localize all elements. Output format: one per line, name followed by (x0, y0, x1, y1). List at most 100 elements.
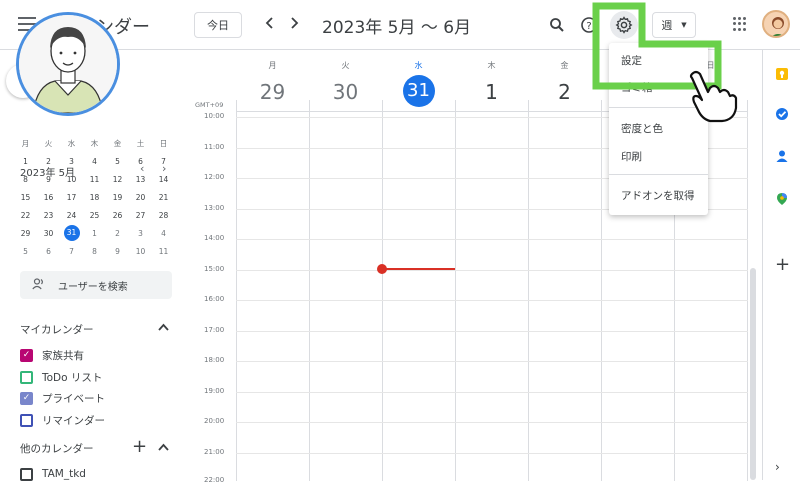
day-header[interactable]: 木 1 (455, 60, 528, 107)
mini-day[interactable]: 11 (83, 175, 106, 184)
add-addon-icon[interactable]: + (775, 256, 790, 274)
checkbox-icon[interactable] (20, 370, 33, 384)
mini-day[interactable]: 2 (37, 157, 60, 166)
mini-week-row: 8 9 10 11 12 13 14 (14, 170, 176, 188)
weekday-label: 金 (113, 138, 122, 148)
chevron-up-icon[interactable] (158, 440, 169, 454)
search-users-field[interactable]: ユーザーを検索 (20, 271, 172, 299)
mini-day[interactable]: 5 (14, 247, 37, 256)
mini-day[interactable]: 7 (152, 157, 175, 166)
mini-calendar: 月 火 水 木 金 土 日 1 2 3 4 5 6 7 8 9 10 11 12… (14, 134, 176, 260)
mini-day[interactable]: 9 (106, 247, 129, 256)
mini-day[interactable]: 29 (14, 229, 37, 238)
menu-item-print[interactable]: 印刷 (621, 149, 642, 164)
calendar-item-private[interactable]: ✓ プライベート (20, 389, 105, 407)
time-label: 14:00 (204, 234, 225, 242)
mini-day[interactable]: 9 (37, 175, 60, 184)
day-number[interactable]: 29 (236, 77, 309, 107)
checkbox-checked-icon[interactable]: ✓ (20, 348, 33, 362)
tasks-icon[interactable] (775, 106, 789, 120)
mini-day[interactable]: 16 (37, 193, 60, 202)
calendar-item-reminder[interactable]: リマインダー (20, 411, 105, 429)
grid-scrollbar[interactable] (750, 268, 756, 480)
mini-day[interactable]: 27 (129, 211, 152, 220)
time-label: 22:00 (204, 476, 225, 484)
current-time-dot (377, 264, 387, 274)
mini-day[interactable]: 12 (106, 175, 129, 184)
mini-day[interactable]: 23 (37, 211, 60, 220)
other-calendars-title: 他のカレンダー (20, 443, 94, 455)
mini-day[interactable]: 30 (37, 229, 60, 238)
menu-item-get-addons[interactable]: アドオンを取得 (621, 188, 695, 203)
day-name: 金 (560, 61, 569, 70)
checkbox-checked-icon[interactable]: ✓ (20, 391, 33, 405)
chevron-right-icon[interactable] (289, 14, 299, 33)
mini-day[interactable]: 24 (60, 211, 83, 220)
chevron-left-icon[interactable] (265, 14, 275, 33)
mini-day[interactable]: 1 (14, 157, 37, 166)
mini-day[interactable]: 14 (152, 175, 175, 184)
mini-day[interactable]: 6 (37, 247, 60, 256)
today-button[interactable]: 今日 (194, 12, 242, 38)
contacts-icon[interactable] (775, 148, 789, 162)
time-label: 17:00 (204, 326, 225, 334)
mini-day[interactable]: 4 (83, 157, 106, 166)
mini-day[interactable]: 10 (60, 175, 83, 184)
mini-day[interactable]: 21 (152, 193, 175, 202)
mini-day[interactable]: 3 (60, 157, 83, 166)
day-number[interactable]: 1 (455, 77, 528, 107)
mini-day[interactable]: 17 (60, 193, 83, 202)
time-label: 10:00 (204, 112, 225, 120)
time-label: 16:00 (204, 295, 225, 303)
mini-day[interactable]: 11 (152, 247, 175, 256)
mini-day[interactable]: 15 (14, 193, 37, 202)
day-header[interactable]: 火 30 (309, 60, 382, 107)
mini-day[interactable]: 26 (106, 211, 129, 220)
mini-day[interactable]: 18 (83, 193, 106, 202)
mini-day[interactable]: 4 (152, 229, 175, 238)
maps-icon[interactable] (775, 191, 789, 205)
keep-icon[interactable] (775, 66, 789, 80)
menu-item-density-color[interactable]: 密度と色 (621, 121, 663, 136)
google-apps-icon[interactable] (733, 17, 747, 31)
mini-day[interactable]: 2 (106, 229, 129, 238)
mini-day[interactable]: 5 (106, 157, 129, 166)
time-label: 11:00 (204, 143, 225, 151)
mini-day[interactable]: 19 (106, 193, 129, 202)
day-number[interactable]: 30 (309, 77, 382, 107)
checkbox-icon[interactable] (20, 413, 33, 427)
mini-day-today[interactable]: 31 (63, 225, 80, 241)
mini-day[interactable]: 6 (129, 157, 152, 166)
mini-week-row: 22 23 24 25 26 27 28 (14, 206, 176, 224)
day-header[interactable]: 金 2 (528, 60, 601, 107)
mini-day[interactable]: 20 (129, 193, 152, 202)
time-label: 18:00 (204, 356, 225, 364)
mini-day[interactable]: 10 (129, 247, 152, 256)
mini-week-row: 1 2 3 4 5 6 7 (14, 152, 176, 170)
mini-day[interactable]: 7 (60, 247, 83, 256)
calendar-item-todo[interactable]: ToDo リスト (20, 368, 102, 386)
mini-day[interactable]: 8 (83, 247, 106, 256)
day-number[interactable]: 2 (528, 77, 601, 107)
calendar-item-tam[interactable]: TAM_tkd (20, 465, 86, 483)
mini-weekday-row: 月 火 水 木 金 土 日 (14, 134, 176, 152)
mini-day[interactable]: 25 (83, 211, 106, 220)
mini-day[interactable]: 22 (14, 211, 37, 220)
chevron-up-icon[interactable] (158, 320, 169, 334)
day-number-today[interactable]: 31 (402, 75, 435, 107)
mini-day[interactable]: 8 (14, 175, 37, 184)
add-icon[interactable]: + (132, 436, 147, 457)
day-header[interactable]: 月 29 (236, 60, 309, 107)
weekday-label: 土 (136, 138, 145, 148)
time-label: 20:00 (204, 417, 225, 425)
search-icon[interactable] (546, 14, 568, 36)
day-header-today[interactable]: 水 31 (382, 60, 455, 107)
mini-day[interactable]: 3 (129, 229, 152, 238)
chevron-right-icon[interactable]: › (775, 460, 789, 474)
mini-day[interactable]: 13 (129, 175, 152, 184)
mini-day[interactable]: 28 (152, 211, 175, 220)
mini-day[interactable]: 1 (83, 229, 106, 238)
checkbox-icon[interactable] (20, 467, 33, 481)
account-avatar[interactable] (762, 10, 790, 38)
calendar-item-family[interactable]: ✓ 家族共有 (20, 346, 84, 364)
